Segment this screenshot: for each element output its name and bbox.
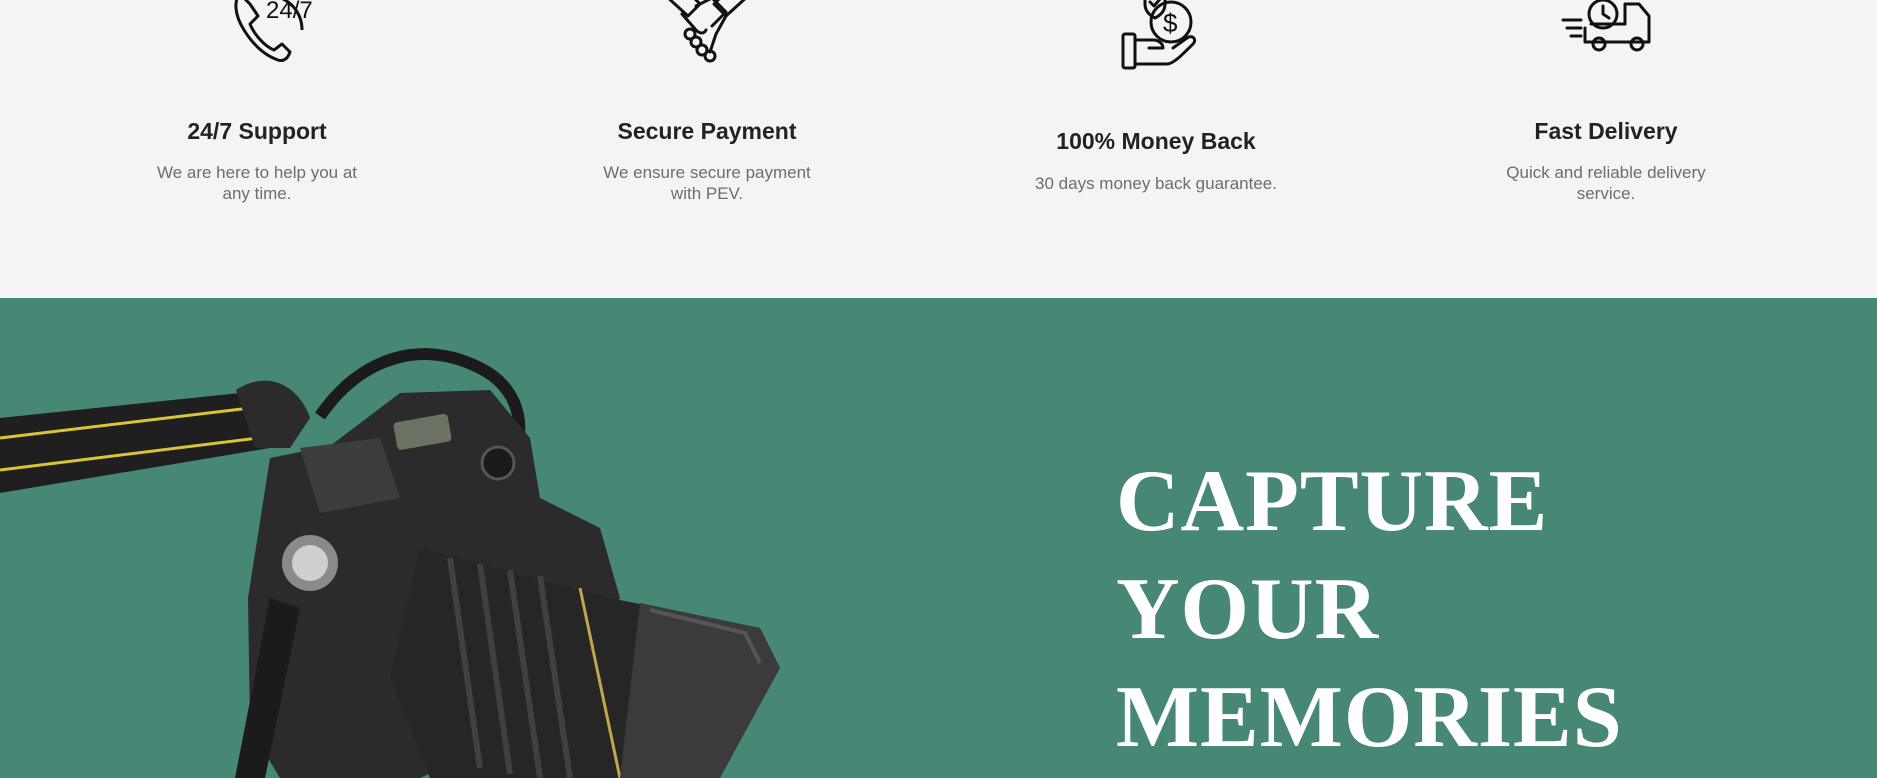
hero-banner: CAPTURE YOUR MEMORIES <box>0 298 1877 778</box>
feature-title: Fast Delivery <box>1534 118 1678 144</box>
features-section: 24/7 24/7 Support We are here to help yo… <box>0 0 1877 298</box>
feature-description: 30 days money back guarantee. <box>1035 174 1277 193</box>
hero-title-line: YOUR <box>1116 561 1380 658</box>
handshake-icon <box>652 0 762 70</box>
hero-title-line: MEMORIES <box>1116 669 1623 766</box>
hero-title: CAPTURE YOUR MEMORIES <box>1116 448 1856 772</box>
feature-title: 24/7 Support <box>187 118 327 144</box>
feature-description: Quick and reliable delivery service. <box>1506 163 1706 203</box>
delivery-truck-icon <box>1551 0 1661 56</box>
money-back-hand-icon: $ <box>1101 0 1211 74</box>
feature-description: We ensure secure payment with PEV. <box>603 163 811 203</box>
phone-24-7-icon: 24/7 <box>202 0 313 70</box>
camera-image <box>0 348 780 778</box>
feature-description: We are here to help you at any time. <box>156 163 358 203</box>
feature-title: Secure Payment <box>617 118 797 144</box>
svg-text:$: $ <box>1163 8 1178 38</box>
feature-title: 100% Money Back <box>1056 128 1256 154</box>
hero-title-line: CAPTURE <box>1116 453 1549 550</box>
svg-text:24/7: 24/7 <box>266 0 313 24</box>
